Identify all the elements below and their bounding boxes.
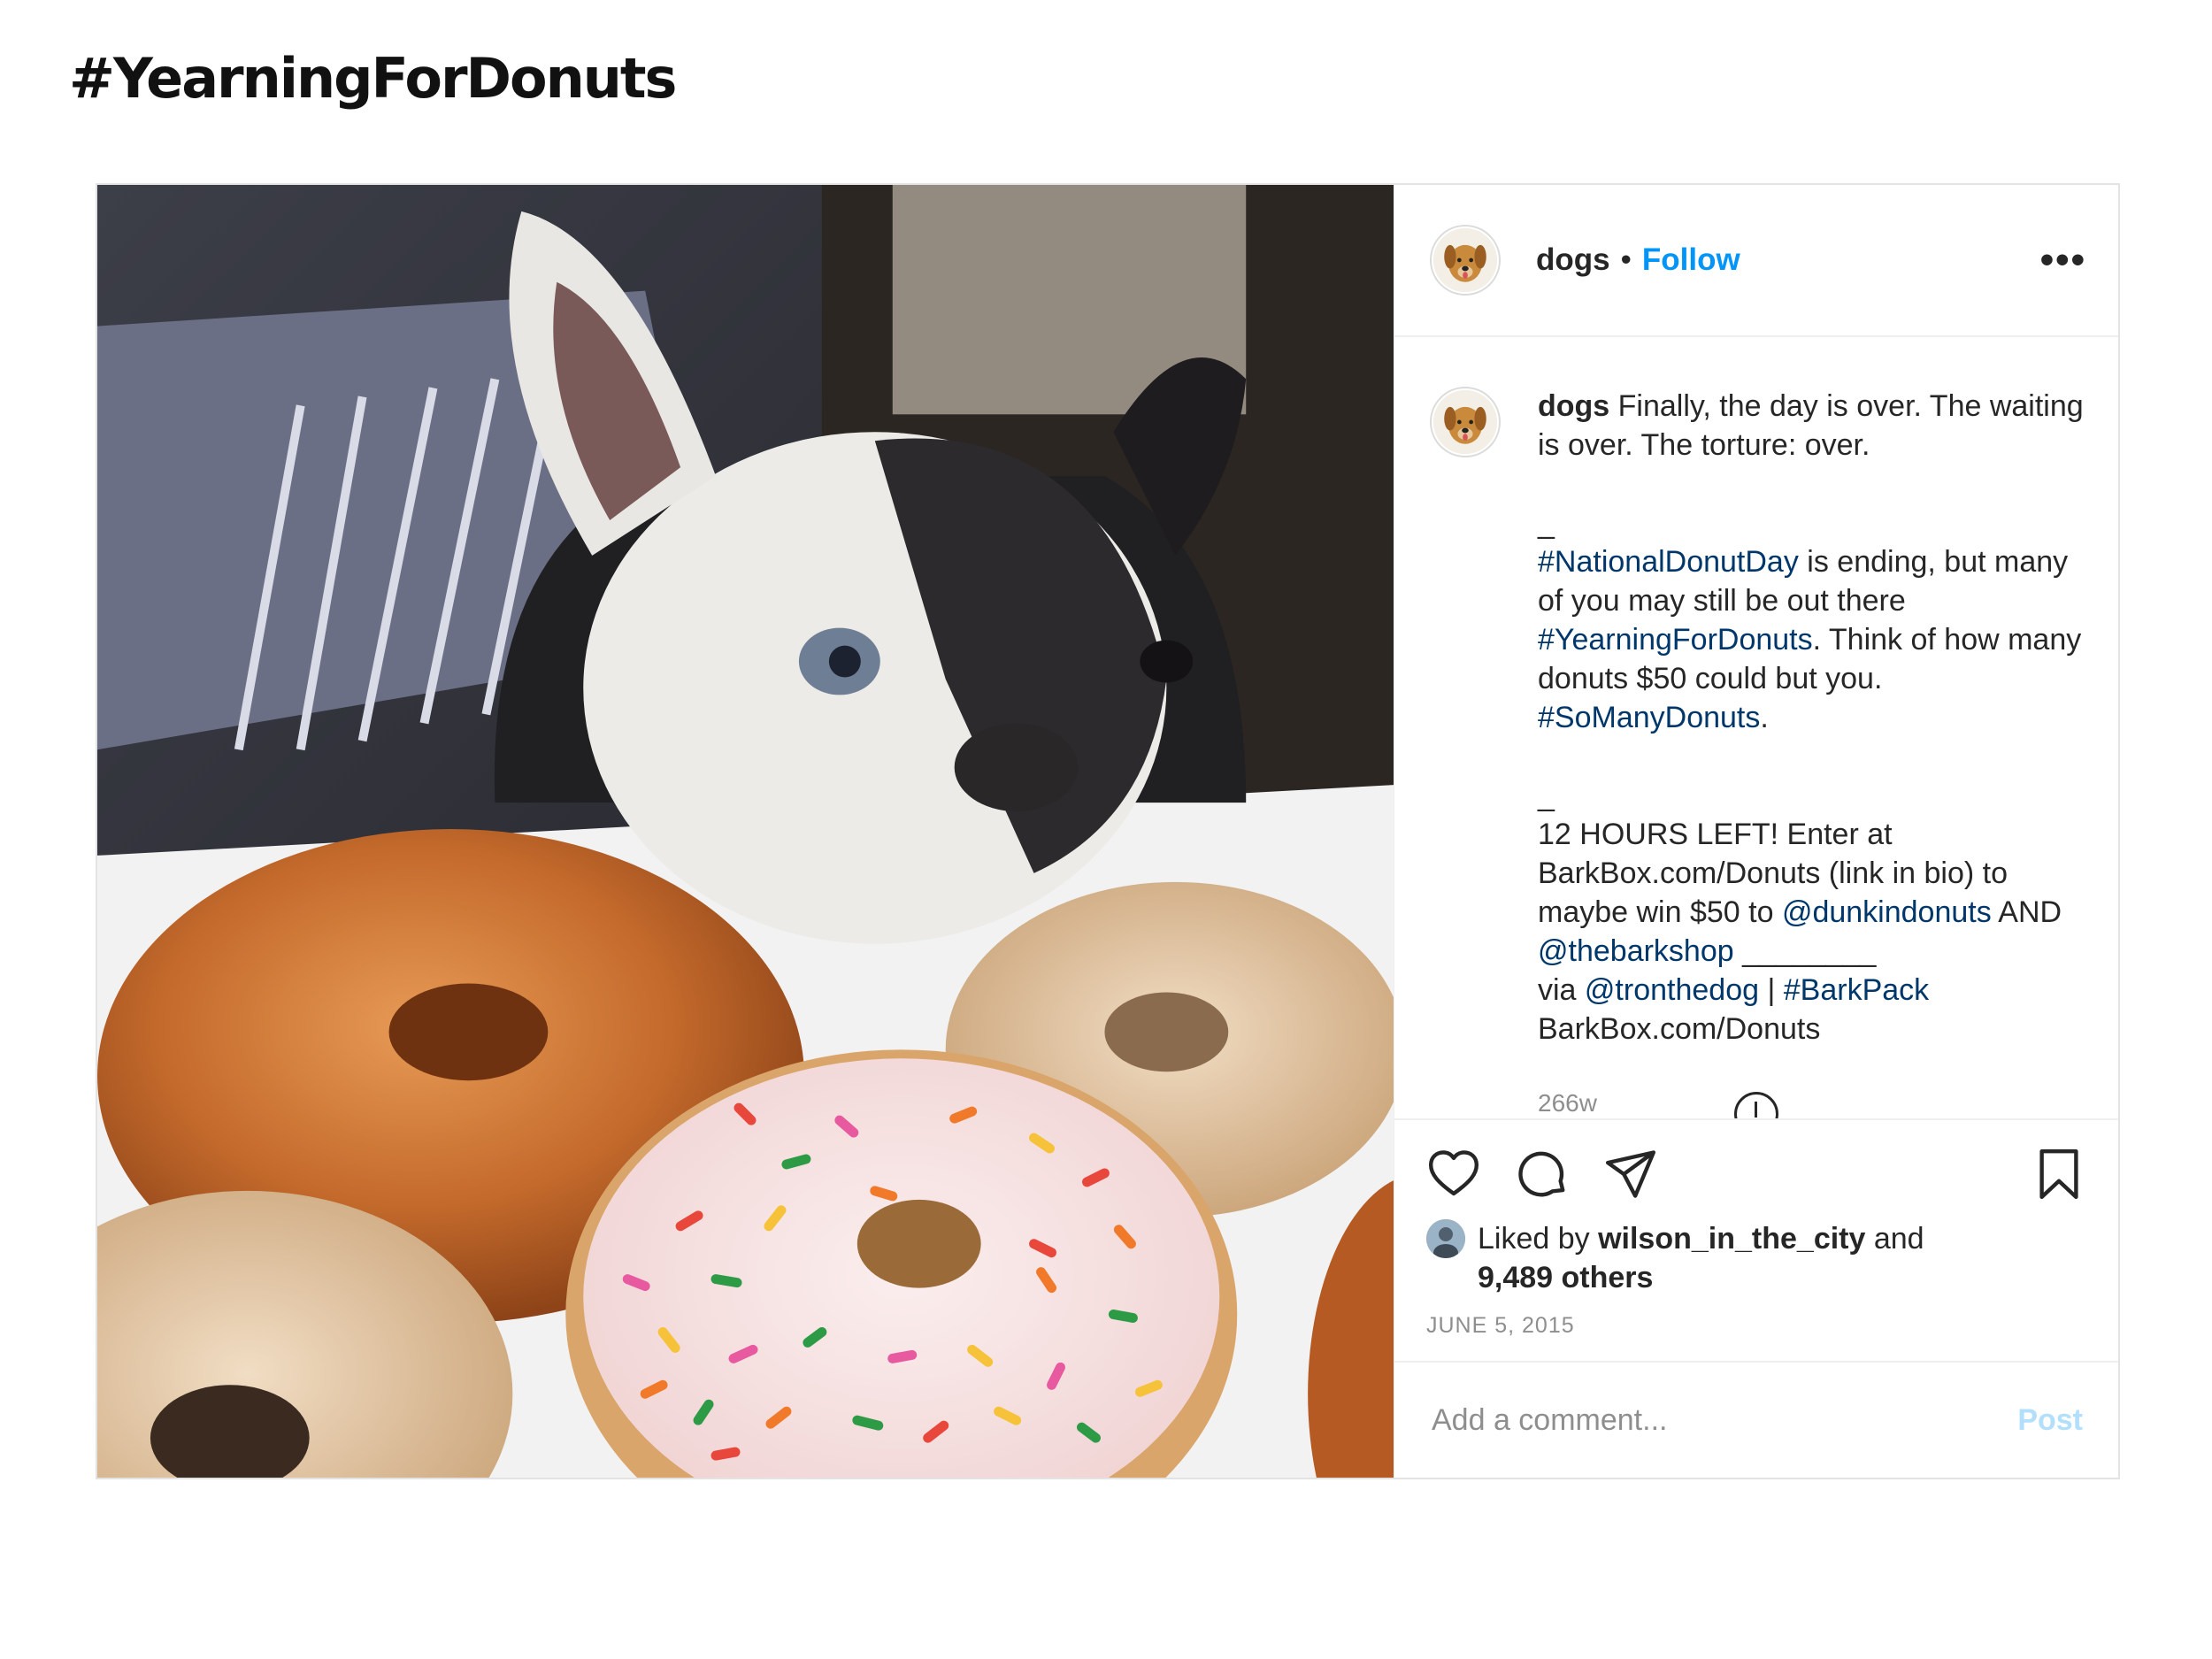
dog-avatar-icon [1432, 227, 1498, 293]
likes-others[interactable]: 9,489 others [1478, 1261, 1653, 1294]
caption-area: dogs Finally, the day is over. The waiti… [1394, 337, 2118, 1118]
dog-and-donuts-photo [97, 185, 1394, 1478]
caption-avatar[interactable] [1430, 387, 1501, 457]
likes-summary: Liked by wilson_in_the_city and 9,489 ot… [1426, 1219, 2086, 1297]
likes-prefix: Liked by [1478, 1222, 1599, 1256]
hashtag-link[interactable]: #BarkPack [1784, 973, 1929, 1007]
comment-composer: Post [1394, 1361, 2118, 1478]
bookmark-icon[interactable] [2032, 1147, 2086, 1202]
comment-input[interactable] [1430, 1402, 2018, 1439]
more-options-icon[interactable]: ••• [2040, 238, 2086, 282]
post-header: dogs • Follow ••• [1394, 185, 2118, 337]
post-actions: Liked by wilson_in_the_city and 9,489 ot… [1394, 1118, 2118, 1361]
owner-username[interactable]: dogs [1536, 242, 1610, 278]
post-date[interactable]: JUNE 5, 2015 [1426, 1313, 2086, 1339]
caption-username[interactable]: dogs [1538, 389, 1609, 423]
caption-time-ago[interactable]: 266w [1538, 1084, 2086, 1118]
share-icon[interactable] [1603, 1147, 1658, 1202]
caption-text-span: . [1760, 701, 1769, 734]
hashtag-link[interactable]: #YearningForDonuts [1538, 623, 1813, 657]
follow-button[interactable]: Follow [1642, 242, 1740, 278]
caption-url: BarkBox.com/Donuts [1538, 1012, 1821, 1046]
caption-line: Finally, the day is over. The waiting is… [1538, 389, 2084, 462]
caption-text-span: | [1759, 973, 1784, 1007]
header-separator: • [1620, 242, 1632, 277]
caption-dash: _ [1538, 506, 1555, 540]
caption-row: dogs Finally, the day is over. The waiti… [1430, 387, 2086, 1118]
liker-avatar[interactable] [1426, 1219, 1465, 1258]
caption-text-span: via [1538, 973, 1585, 1007]
caption-text: dogs Finally, the day is over. The waiti… [1538, 387, 2086, 1118]
liker-username[interactable]: wilson_in_the_city [1598, 1222, 1865, 1256]
owner-avatar[interactable] [1430, 225, 1501, 296]
caption-dash: _ [1538, 779, 1555, 812]
hashtag-link[interactable]: #SoManyDonuts [1538, 701, 1760, 734]
dog-avatar-icon [1432, 389, 1498, 455]
hashtag-link[interactable]: #NationalDonutDay [1538, 545, 1799, 579]
heart-icon[interactable] [1426, 1147, 1481, 1202]
instagram-post: dogs • Follow ••• dogs Finally, the day … [96, 183, 2120, 1479]
post-side-panel: dogs • Follow ••• dogs Finally, the day … [1394, 185, 2118, 1478]
post-comment-button[interactable]: Post [2017, 1403, 2083, 1438]
mention-link[interactable]: @thebarkshop [1538, 934, 1734, 968]
mention-link[interactable]: @tronthedog [1585, 973, 1759, 1007]
comment-icon[interactable] [1515, 1147, 1570, 1202]
action-icons [1426, 1143, 2086, 1205]
likes-text: Liked by wilson_in_the_city and 9,489 ot… [1478, 1219, 1924, 1297]
page-headline: #YearningForDonuts [69, 46, 677, 111]
mention-link[interactable]: @dunkindonuts [1782, 895, 1992, 929]
caption-text-span: AND [1991, 895, 2062, 929]
likes-mid: and [1865, 1222, 1924, 1256]
post-photo[interactable] [97, 185, 1394, 1478]
caption-text-span: ________ [1733, 934, 1877, 968]
